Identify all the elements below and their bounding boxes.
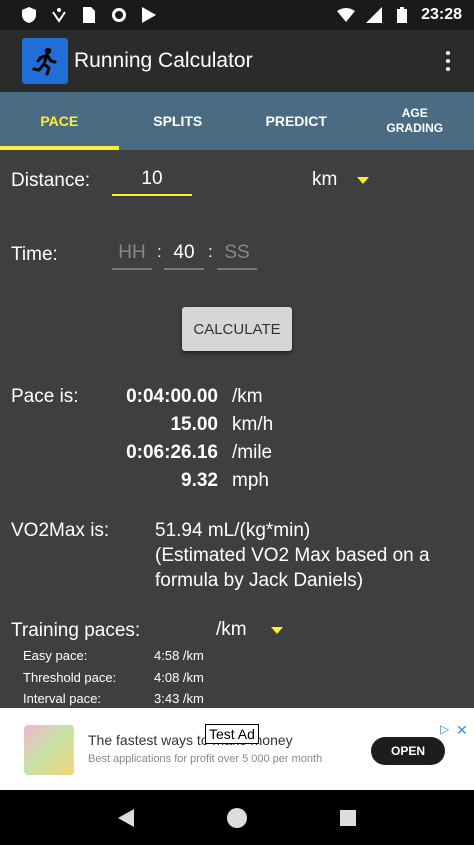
- training-paces-label: Training paces:: [11, 620, 141, 641]
- tab-age-grading-line1: AGE: [401, 106, 428, 120]
- battery-icon: [393, 6, 411, 24]
- ad-choices-icon[interactable]: ▷: [440, 722, 449, 736]
- runner-icon: [22, 38, 68, 84]
- calculate-button[interactable]: CALCULATE: [182, 307, 292, 351]
- easy-pace-label: Easy pace:: [23, 648, 88, 663]
- time-label: Time:: [11, 244, 58, 265]
- home-icon[interactable]: [222, 803, 252, 833]
- speed-value-mph: 9.32: [181, 470, 218, 491]
- training-unit-spinner[interactable]: /km: [216, 616, 296, 644]
- distance-unit-spinner[interactable]: km: [312, 164, 382, 196]
- tab-age-grading[interactable]: AGE GRADING: [356, 92, 474, 150]
- minutes-input[interactable]: 40: [164, 238, 204, 270]
- pace-content: Distance: 10 km Time: HH : 40 : SS CALCU…: [0, 150, 474, 708]
- tab-bar: PACE SPLITS PREDICT AGE GRADING: [0, 92, 474, 150]
- interval-pace-value: 3:43 /km: [154, 691, 204, 706]
- interval-pace-label: Interval pace:: [23, 691, 102, 706]
- pace-value-km: 0:04:00.00: [126, 386, 218, 407]
- speed-unit-mph: mph: [232, 470, 269, 491]
- speed-value-kmh: 15.00: [170, 414, 218, 435]
- vo2max-note: (Estimated VO2 Max based on a formula by…: [155, 545, 430, 591]
- app-bar: Running Calculator: [0, 30, 474, 92]
- back-icon[interactable]: [111, 803, 141, 833]
- distance-unit-value: km: [312, 169, 338, 190]
- shield-icon: [20, 6, 38, 24]
- signal-icon: [365, 6, 383, 24]
- pace-value-mile: 0:06:26.16: [126, 442, 218, 463]
- tab-pace[interactable]: PACE: [0, 92, 119, 150]
- speed-unit-kmh: km/h: [232, 414, 274, 435]
- navigation-bar: [0, 790, 474, 845]
- easy-pace-value: 4:58 /km: [154, 648, 204, 663]
- play-store-icon: [140, 6, 158, 24]
- ad-banner[interactable]: The fastest ways to make money Best appl…: [0, 708, 474, 790]
- threshold-pace-value: 4:08 /km: [154, 670, 204, 685]
- threshold-pace-label: Threshold pace:: [23, 670, 117, 685]
- hours-input[interactable]: HH: [112, 238, 152, 270]
- tab-age-grading-line2: GRADING: [386, 121, 444, 135]
- vo2max-label: VO2Max is:: [11, 520, 110, 541]
- ad-close-icon[interactable]: ✕: [456, 722, 468, 739]
- tab-predict[interactable]: PREDICT: [237, 92, 356, 150]
- training-unit-value: /km: [216, 619, 247, 640]
- circle-icon: [110, 6, 128, 24]
- dropdown-arrow-icon: [270, 626, 283, 634]
- time-separator: :: [208, 242, 213, 261]
- wifi-off-icon: [50, 6, 68, 24]
- pace-unit-km: /km: [232, 386, 263, 407]
- status-time: 23:28: [421, 6, 462, 23]
- dropdown-arrow-icon: [357, 176, 370, 184]
- ad-subtitle: Best applications for profit over 5 000 …: [88, 753, 323, 765]
- distance-input[interactable]: 10: [112, 164, 192, 196]
- sim-card-icon: [80, 6, 98, 24]
- status-bar: 23:28: [0, 0, 474, 30]
- pace-label: Pace is:: [11, 386, 79, 407]
- seconds-input[interactable]: SS: [217, 238, 257, 270]
- vo2max-value: 51.94 mL/(kg*min): [155, 520, 311, 541]
- time-separator: :: [157, 242, 162, 261]
- test-ad-label: Test Ad: [205, 724, 259, 744]
- wifi-icon: [337, 6, 356, 24]
- pace-unit-mile: /mile: [232, 442, 273, 463]
- ad-title: The fastest ways to make money: [88, 732, 293, 748]
- more-vert-icon[interactable]: [436, 41, 460, 81]
- tab-splits[interactable]: SPLITS: [119, 92, 238, 150]
- ad-image: [24, 725, 74, 775]
- ad-open-button[interactable]: OPEN: [371, 737, 445, 765]
- distance-label: Distance:: [11, 170, 91, 191]
- app-title: Running Calculator: [74, 49, 253, 72]
- recents-icon[interactable]: [333, 803, 363, 833]
